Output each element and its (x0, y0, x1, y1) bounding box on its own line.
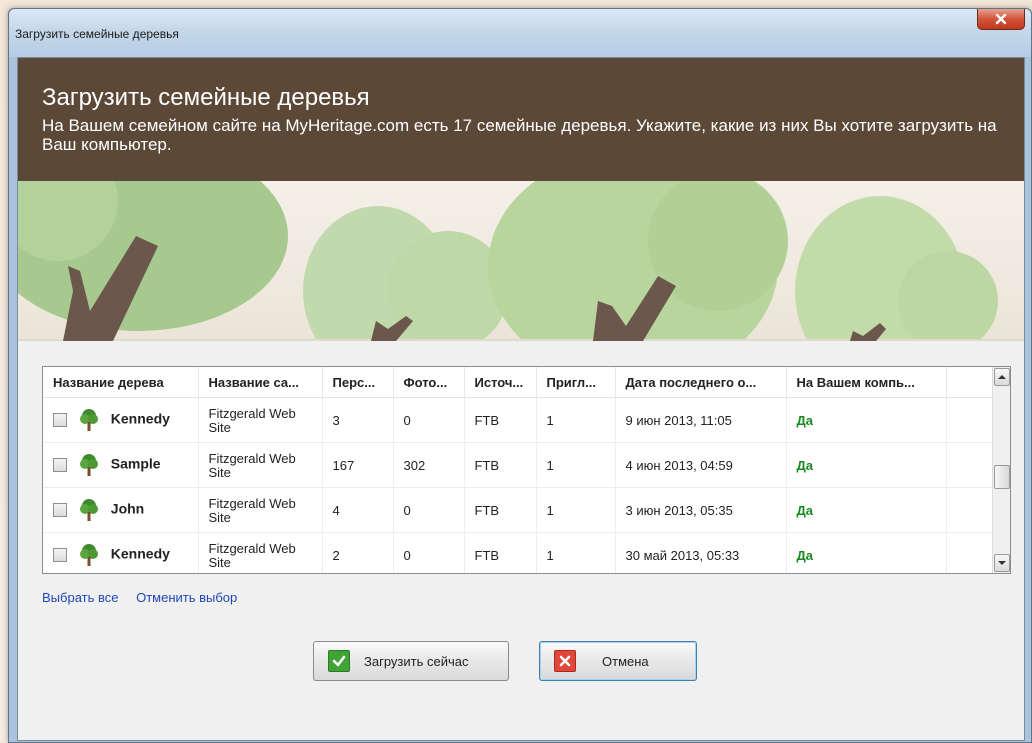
cancel-label: Отмена (602, 653, 649, 669)
trees-banner-image (18, 181, 1024, 341)
tree-name: Sample (110, 455, 161, 472)
tree-name-cell: Kennedy (43, 532, 199, 573)
tree-name-cell: Kennedy (43, 397, 199, 443)
tree-name-cell: John (43, 487, 199, 533)
site-name-cell: Fitzgerald Web Site (198, 532, 323, 573)
source-cell: FTB (464, 532, 537, 573)
header-panel: Загрузить семейные деревья На Вашем семе… (18, 58, 1024, 181)
persons-cell: 4 (322, 487, 394, 533)
x-icon (554, 650, 576, 672)
checkmark-icon (328, 650, 350, 672)
invited-cell: 1 (536, 397, 616, 443)
chevron-down-icon (998, 561, 1006, 565)
table-row[interactable]: Kennedy Fitzgerald Web Site 2 0 FTB 1 30… (43, 532, 994, 573)
close-button[interactable] (977, 9, 1025, 30)
row-checkbox[interactable] (53, 503, 67, 517)
persons-cell: 3 (322, 397, 394, 443)
row-checkbox[interactable] (53, 458, 67, 472)
date-cell: 30 май 2013, 05:33 (615, 532, 787, 573)
close-icon (995, 13, 1007, 25)
invited-cell: 1 (536, 487, 616, 533)
tree-name: John (110, 500, 145, 517)
persons-cell: 167 (322, 442, 394, 488)
invited-cell: 1 (536, 532, 616, 573)
scroll-down-button[interactable] (994, 554, 1010, 572)
dialog-window: Загрузить семейные деревья Загрузить сем… (8, 8, 1032, 743)
cancel-button[interactable]: Отмена (539, 641, 697, 681)
column-header-persons[interactable]: Перс... (322, 367, 394, 398)
header-title: Загрузить семейные деревья (42, 84, 370, 111)
column-header-last-date[interactable]: Дата последнего о... (615, 367, 787, 398)
window-title: Загрузить семейные деревья (15, 27, 179, 41)
invited-cell: 1 (536, 442, 616, 488)
selection-links: Выбрать все Отменить выбор (42, 590, 251, 605)
date-cell: 4 июн 2013, 04:59 (615, 442, 787, 488)
tree-icon (79, 544, 98, 566)
row-checkbox[interactable] (53, 548, 67, 562)
table-row[interactable]: Sample Fitzgerald Web Site 167 302 FTB 1… (43, 442, 994, 488)
spacer-cell (946, 442, 994, 488)
table-row[interactable]: John Fitzgerald Web Site 4 0 FTB 1 3 июн… (43, 487, 994, 533)
column-header-spacer (946, 367, 994, 398)
on-computer-cell: Да (786, 397, 947, 443)
table-header-row: Название дерева Название са... Перс... Ф… (43, 367, 994, 398)
tree-name-cell: Sample (43, 442, 199, 488)
column-header-tree-name[interactable]: Название дерева (43, 367, 199, 398)
column-header-on-computer[interactable]: На Вашем компь... (786, 367, 947, 398)
chevron-up-icon (998, 375, 1006, 379)
site-name-cell: Fitzgerald Web Site (198, 442, 323, 488)
persons-cell: 2 (322, 532, 394, 573)
spacer-cell (946, 532, 994, 573)
column-header-source[interactable]: Источ... (464, 367, 537, 398)
site-name-cell: Fitzgerald Web Site (198, 487, 323, 533)
on-computer-cell: Да (786, 532, 947, 573)
photos-cell: 0 (393, 487, 465, 533)
spacer-cell (946, 397, 994, 443)
select-all-link[interactable]: Выбрать все (42, 590, 118, 605)
date-cell: 3 июн 2013, 05:35 (615, 487, 787, 533)
tree-icon (79, 499, 98, 521)
on-computer-cell: Да (786, 487, 947, 533)
source-cell: FTB (464, 442, 537, 488)
trees-table: Название дерева Название са... Перс... Ф… (42, 366, 1011, 574)
source-cell: FTB (464, 487, 537, 533)
date-cell: 9 июн 2013, 11:05 (615, 397, 787, 443)
tree-name: Kennedy (110, 410, 170, 427)
photos-cell: 302 (393, 442, 465, 488)
tree-name: Kennedy (110, 545, 170, 562)
photos-cell: 0 (393, 532, 465, 573)
column-header-photos[interactable]: Фото... (393, 367, 465, 398)
deselect-link[interactable]: Отменить выбор (136, 590, 237, 605)
table-row[interactable]: Kennedy Fitzgerald Web Site 3 0 FTB 1 9 … (43, 397, 994, 443)
scroll-up-button[interactable] (994, 368, 1010, 386)
tree-icon (79, 409, 98, 431)
row-checkbox[interactable] (53, 413, 67, 427)
column-header-invited[interactable]: Пригл... (536, 367, 616, 398)
on-computer-cell: Да (786, 442, 947, 488)
download-now-button[interactable]: Загрузить сейчас (313, 641, 509, 681)
scroll-thumb[interactable] (994, 465, 1010, 489)
dialog-content: Загрузить семейные деревья На Вашем семе… (17, 57, 1025, 741)
download-now-label: Загрузить сейчас (364, 653, 469, 669)
site-name-cell: Fitzgerald Web Site (198, 397, 323, 443)
source-cell: FTB (464, 397, 537, 443)
title-bar[interactable]: Загрузить семейные деревья (9, 9, 1031, 57)
spacer-cell (946, 487, 994, 533)
header-description: На Вашем семейном сайте на MyHeritage.co… (42, 116, 997, 154)
vertical-scrollbar[interactable] (992, 367, 1010, 573)
column-header-site-name[interactable]: Название са... (198, 367, 323, 398)
photos-cell: 0 (393, 397, 465, 443)
tree-icon (79, 454, 98, 476)
